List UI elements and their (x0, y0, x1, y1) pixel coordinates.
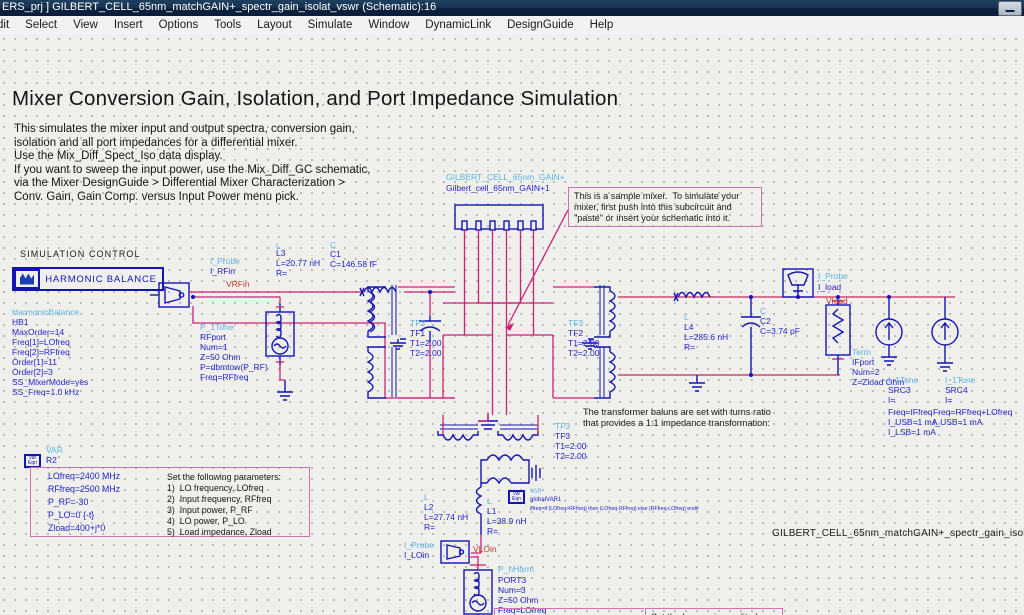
iload-probe-type-label: I_Probe (818, 271, 848, 281)
ads-schematic-window: ERS_prj ] GILBERT_CELL_65nm_matchGAIN+_s… (0, 0, 1024, 615)
rf-probe-inst-label: I_RFin (210, 266, 236, 276)
l2-r: R= (424, 522, 436, 532)
menu-item-select[interactable]: Select (17, 16, 65, 35)
l3-inductor-symbol[interactable] (359, 286, 397, 297)
src4-symbol[interactable] (931, 297, 959, 372)
vload-node-label: Vload (826, 296, 848, 306)
rf-source-freq: Freq=RFfreq (200, 372, 249, 382)
menu-item-options[interactable]: Options (151, 16, 207, 35)
balun-note: The transformer baluns are set with turn… (583, 407, 771, 428)
iload-probe-inst-label: I_load (818, 282, 842, 292)
rf-source-ground (277, 380, 293, 401)
lo-probe-to-source (469, 556, 479, 570)
harmonic-note[interactable]: Set the harmonic amplitudes relative to … (645, 608, 783, 615)
term-symbol[interactable] (825, 297, 851, 375)
tf3-t2: T2=2.00 (555, 451, 587, 461)
menu-item-view[interactable]: View (65, 16, 106, 35)
menu-item-window[interactable]: Window (360, 16, 417, 35)
window-controls[interactable] (998, 1, 1022, 16)
harmonic-note-box (494, 608, 644, 615)
tf2-output-wires (618, 296, 670, 376)
lo-source-symbol[interactable] (463, 564, 493, 615)
l1-inductor-symbol[interactable] (475, 483, 483, 535)
src3-i: I= (888, 395, 896, 405)
right-ground (689, 375, 705, 392)
window-title: ERS_prj ] GILBERT_CELL_65nm_matchGAIN+_s… (2, 1, 437, 13)
tf3-wires (442, 413, 539, 435)
rf-probe-symbol[interactable] (150, 282, 190, 308)
minimize-button[interactable] (998, 1, 1022, 16)
lo-probe-inst-label: I_LOin (404, 550, 430, 560)
src3-ilsb: I_LSB=1 mA (888, 427, 936, 437)
vloin-node-label: VLOin (473, 544, 497, 554)
menu-item-edit[interactable]: dit (0, 16, 17, 35)
menu-item-dynamiclink[interactable]: DynamicLink (417, 16, 499, 35)
menu-item-insert[interactable]: Insert (106, 16, 151, 35)
c1-value: C=146.58 fF (330, 259, 378, 269)
src4-iusb: I_USB=1 mA (933, 417, 983, 427)
iload-probe-symbol[interactable] (782, 268, 814, 298)
src3-symbol[interactable] (875, 297, 903, 366)
menu-item-layout[interactable]: Layout (249, 16, 300, 35)
vrfin-node-label: VRFin (226, 279, 250, 289)
mixer-symbol-box[interactable] (454, 204, 544, 230)
l1-r: R= (487, 526, 499, 536)
lo-source-type-label: P_nHarm (498, 564, 534, 574)
menu-item-simulate[interactable]: Simulate (300, 16, 361, 35)
lo-tank-symbol[interactable] (480, 454, 541, 485)
tf1-transformer-symbol[interactable] (366, 285, 406, 399)
schematic-canvas[interactable]: Mixer Conversion Gain, Isolation, and Po… (0, 35, 1024, 615)
menu-item-help[interactable]: Help (582, 16, 622, 35)
menu-item-designguide[interactable]: DesignGuide (499, 16, 581, 35)
footer-design-name: GILBERT_CELL_65nm_matchGAIN+_spectr_gain… (772, 528, 1024, 539)
title-bar: ERS_prj ] GILBERT_CELL_65nm_matchGAIN+_s… (0, 0, 1024, 16)
menu-item-tools[interactable]: Tools (206, 16, 249, 35)
menu-bar[interactable]: dit Select View Insert Options Tools Lay… (0, 16, 1024, 36)
c2-capacitor-symbol[interactable] (741, 297, 761, 375)
l3-r: R= (276, 268, 288, 278)
c2-value: C=3.74 pF (760, 326, 800, 336)
src4-i: I= (945, 395, 953, 405)
tf2-t2: T2=2.00 (568, 348, 600, 358)
l4-r: R= (684, 342, 696, 352)
differential-routing (442, 302, 554, 398)
mixer-pin-wires (463, 230, 535, 415)
rf-source-symbol[interactable] (265, 304, 295, 365)
lo-probe-symbol[interactable] (440, 540, 470, 564)
mixer-note[interactable]: This is a sample mixer. To simulate your… (568, 187, 762, 227)
tf1-t2: T2=2.00 (410, 348, 442, 358)
mixer-note-leader (507, 209, 569, 326)
